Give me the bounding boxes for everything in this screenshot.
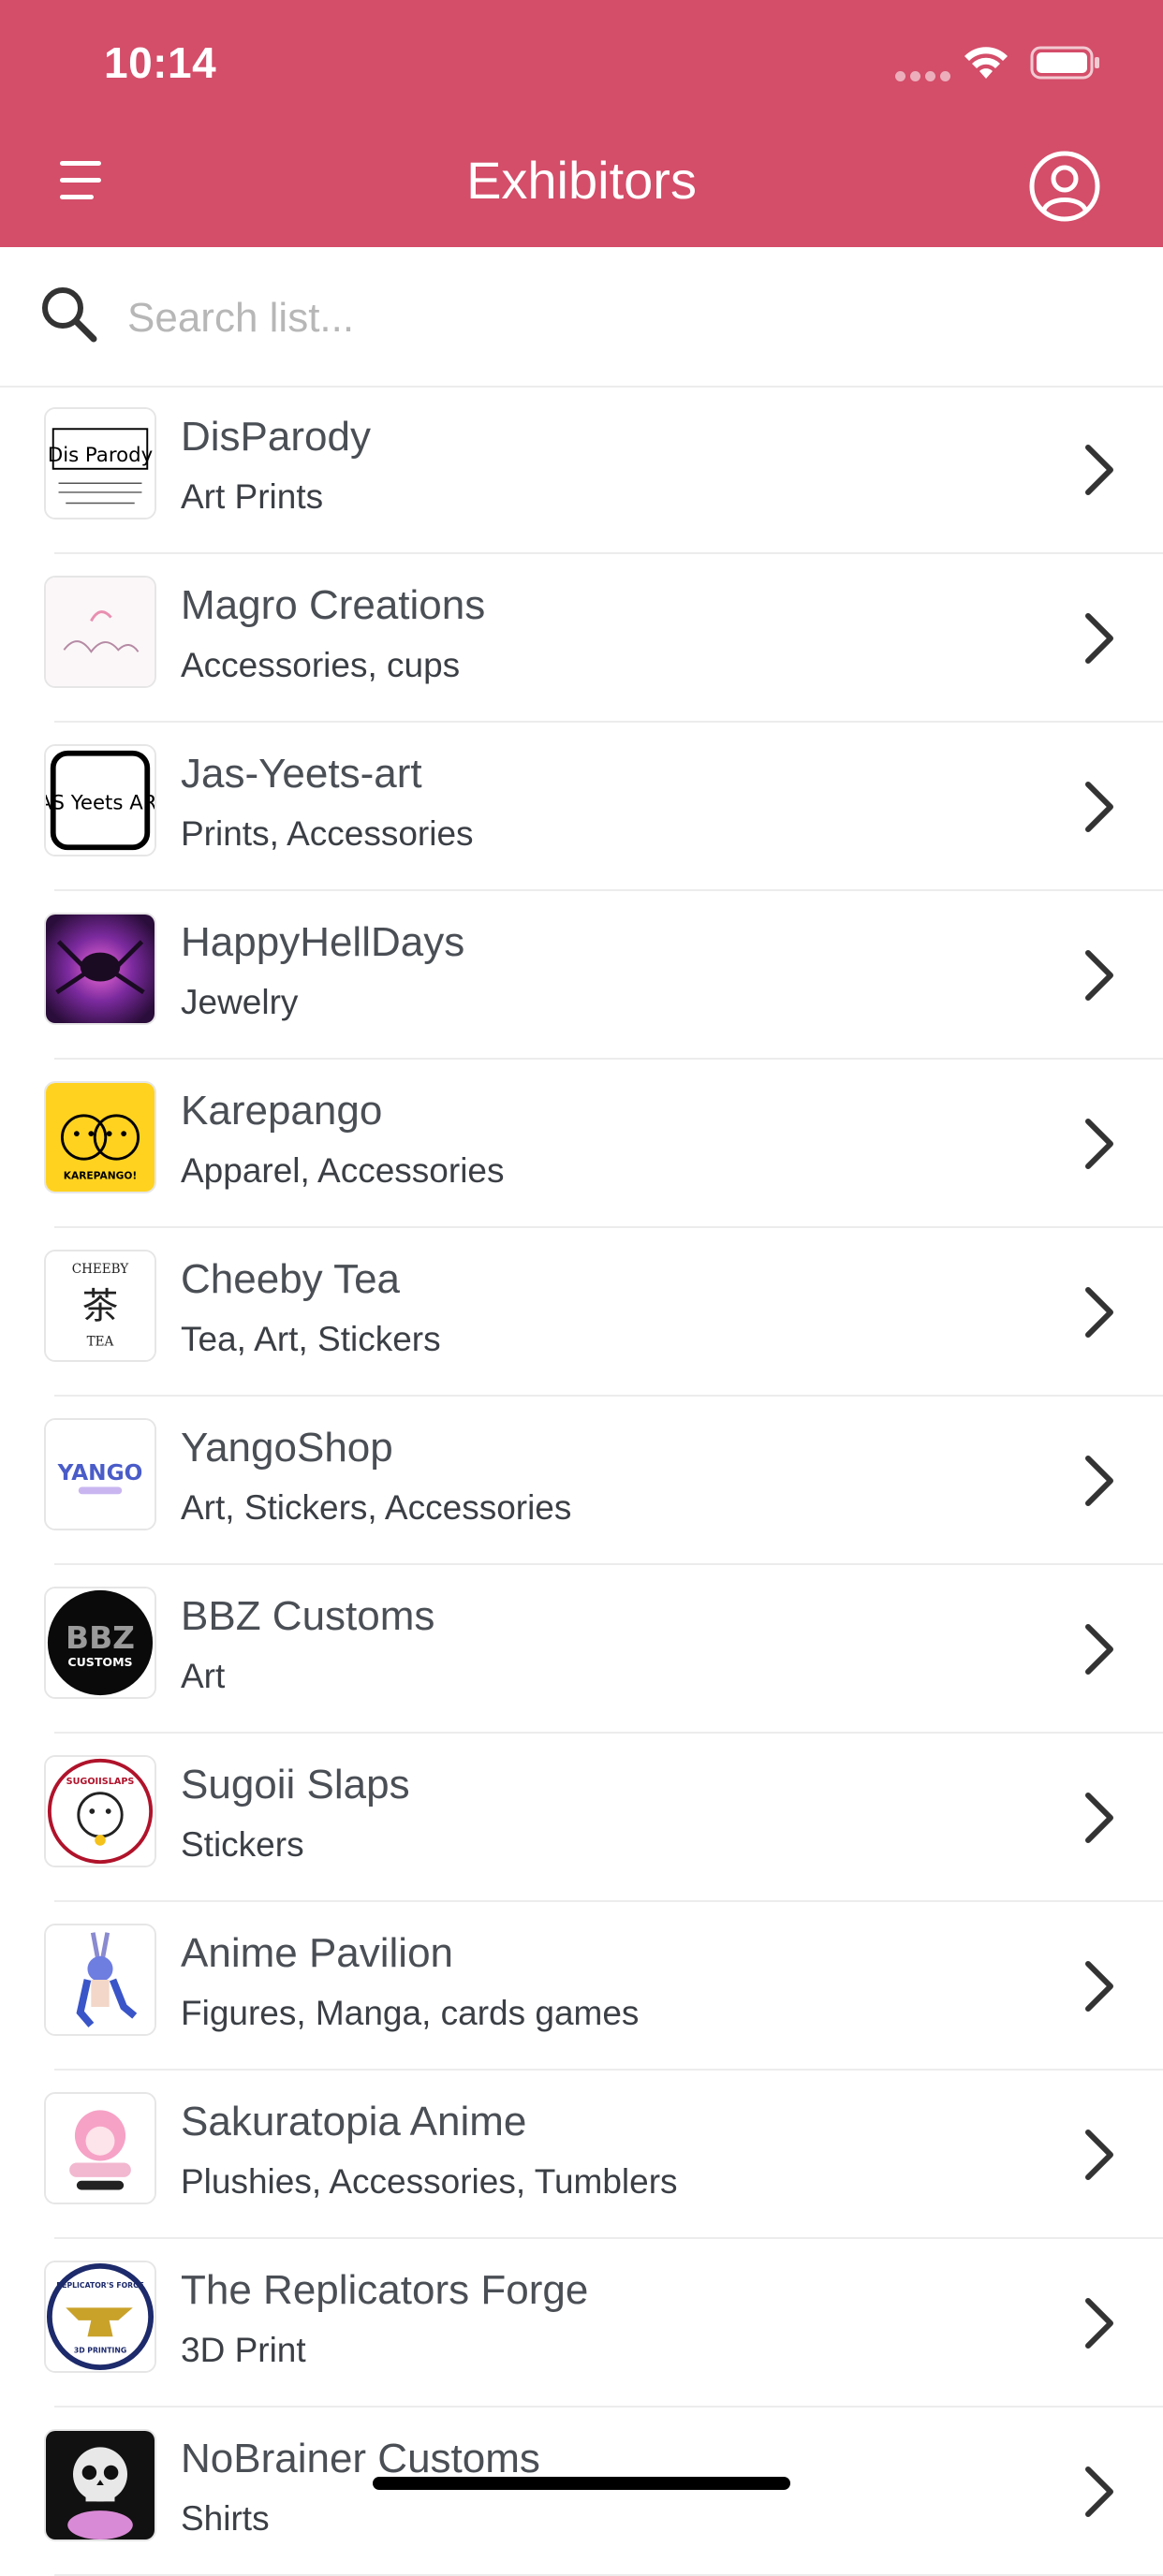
exhibitor-name: Cheeby Tea <box>181 1256 401 1302</box>
exhibitor-logo-sugoii-slaps: SUGOIISLAPS <box>44 1755 156 1867</box>
exhibitor-category: Art Prints <box>181 477 324 516</box>
exhibitor-name: Magro Creations <box>181 582 486 628</box>
exhibitor-category: Art, Stickers, Accessories <box>181 1488 572 1527</box>
exhibitor-logo-anime-pavilion <box>44 1924 156 2036</box>
logo-text: YANGO <box>57 1460 143 1486</box>
list-item[interactable]: SUGOIISLAPS Sugoii Slaps Stickers <box>0 1734 1163 1902</box>
cellular-signal-icon <box>895 69 955 86</box>
exhibitor-category: Shirts <box>181 2499 270 2538</box>
list-item[interactable]: HappyHellDays Jewelry <box>0 891 1163 1060</box>
logo-text: SUGOIISLAPS <box>66 1777 135 1787</box>
exhibitor-name: Sugoii Slaps <box>181 1762 410 1808</box>
exhibitor-logo-bbz-customs: BBZ CUSTOMS <box>44 1587 156 1699</box>
list-item[interactable]: Dis Parody DisParody Art Prints <box>0 386 1163 554</box>
exhibitor-logo-disparody: Dis Parody <box>44 407 156 520</box>
chevron-right-icon <box>1085 1961 1113 2012</box>
exhibitor-category: Plushies, Accessories, Tumblers <box>181 2162 678 2201</box>
exhibitor-name: DisParody <box>181 414 371 460</box>
exhibitor-category: Art <box>181 1657 226 1695</box>
list-item[interactable]: CHEEBY 茶 TEA Cheeby Tea Tea, Art, Sticke… <box>0 1228 1163 1397</box>
exhibitor-name: Anime Pavilion <box>181 1930 454 1976</box>
chevron-right-icon <box>1085 1119 1113 1169</box>
exhibitor-logo-cheeby-tea: CHEEBY 茶 TEA <box>44 1250 156 1362</box>
exhibitor-name: HappyHellDays <box>181 919 465 965</box>
chevron-right-icon <box>1085 2130 1113 2180</box>
list-item[interactable]: JAS Yeets ART Jas-Yeets-art Prints, Acce… <box>0 723 1163 891</box>
exhibitor-category: Jewelry <box>181 983 299 1021</box>
exhibitor-logo-yangoshop: YANGO <box>44 1418 156 1530</box>
list-item[interactable]: REPLICATOR'S FORGE 3D PRINTING The Repli… <box>0 2239 1163 2408</box>
exhibitor-category: Prints, Accessories <box>181 814 474 853</box>
search-bar <box>0 247 1163 388</box>
chevron-right-icon <box>1085 1793 1113 1843</box>
exhibitor-logo-nobrainer <box>44 2429 156 2541</box>
list-item[interactable]: Sakuratopia Anime Plushies, Accessories,… <box>0 2071 1163 2239</box>
wifi-icon <box>964 47 1008 79</box>
chevron-right-icon <box>1085 445 1113 495</box>
home-indicator[interactable] <box>373 2477 790 2490</box>
exhibitor-logo-sakuratopia <box>44 2092 156 2204</box>
list-item[interactable]: Anime Pavilion Figures, Manga, cards gam… <box>0 1902 1163 2071</box>
list-item[interactable]: YANGO YangoShop Art, Stickers, Accessori… <box>0 1397 1163 1565</box>
exhibitor-logo-magro <box>44 576 156 688</box>
chevron-right-icon <box>1085 2298 1113 2349</box>
chevron-right-icon <box>1085 782 1113 832</box>
app-header: 10:14 Exhibitors <box>0 0 1163 247</box>
chevron-right-icon <box>1085 613 1113 664</box>
chevron-right-icon <box>1085 1456 1113 1506</box>
exhibitor-name: NoBrainer Customs <box>181 2436 540 2481</box>
exhibitor-logo-karepango: KAREPANGO! <box>44 1081 156 1193</box>
chevron-right-icon <box>1085 1287 1113 1338</box>
logo-text: Dis Parody <box>48 444 153 467</box>
exhibitor-name: Jas-Yeets-art <box>181 751 422 797</box>
chevron-right-icon <box>1085 2466 1113 2517</box>
list-item[interactable]: NoBrainer Customs Shirts <box>0 2408 1163 2576</box>
list-item[interactable]: Magro Creations Accessories, cups <box>0 554 1163 723</box>
logo-text: REPLICATOR'S FORGE <box>56 2281 143 2290</box>
exhibitor-category: Stickers <box>181 1825 304 1864</box>
exhibitor-name: Karepango <box>181 1088 383 1134</box>
exhibitor-name: BBZ Customs <box>181 1593 435 1639</box>
exhibitor-logo-replicators-forge: REPLICATOR'S FORGE 3D PRINTING <box>44 2261 156 2373</box>
exhibitor-logo-happyhelldays <box>44 913 156 1025</box>
logo-text: JAS Yeets ART <box>46 792 155 815</box>
page-title: Exhibitors <box>466 151 697 210</box>
list-item[interactable]: BBZ CUSTOMS BBZ Customs Art <box>0 1565 1163 1734</box>
logo-text: 茶 <box>82 1286 119 1328</box>
battery-icon <box>1030 46 1099 80</box>
logo-text: BBZ <box>66 1619 135 1656</box>
exhibitor-category: Accessories, cups <box>181 646 461 684</box>
search-input[interactable] <box>125 285 1122 352</box>
profile-button[interactable] <box>1028 150 1101 223</box>
list-item[interactable]: KAREPANGO! Karepango Apparel, Accessorie… <box>0 1060 1163 1228</box>
exhibitor-name: YangoShop <box>181 1425 393 1471</box>
exhibitor-logo-jas-yeets: JAS Yeets ART <box>44 744 156 856</box>
chevron-right-icon <box>1085 950 1113 1001</box>
user-circle-icon <box>1029 151 1100 222</box>
search-icon <box>42 287 97 343</box>
logo-text: CHEEBY <box>72 1262 130 1277</box>
exhibitor-list: Dis Parody DisParody Art Prints Magro Cr… <box>0 386 1163 2576</box>
exhibitor-name: The Replicators Forge <box>181 2267 589 2313</box>
exhibitor-category: Figures, Manga, cards games <box>181 1994 640 2032</box>
exhibitor-category: 3D Print <box>181 2331 306 2369</box>
chevron-right-icon <box>1085 1624 1113 1675</box>
exhibitor-category: Apparel, Accessories <box>181 1151 505 1190</box>
logo-text: KAREPANGO! <box>64 1169 137 1181</box>
logo-text: 3D PRINTING <box>74 2347 126 2355</box>
logo-text: CUSTOMS <box>67 1655 132 1669</box>
exhibitor-category: Tea, Art, Stickers <box>181 1320 441 1358</box>
exhibitor-name: Sakuratopia Anime <box>181 2099 527 2144</box>
logo-text: TEA <box>87 1335 114 1350</box>
status-time: 10:14 <box>104 38 217 87</box>
